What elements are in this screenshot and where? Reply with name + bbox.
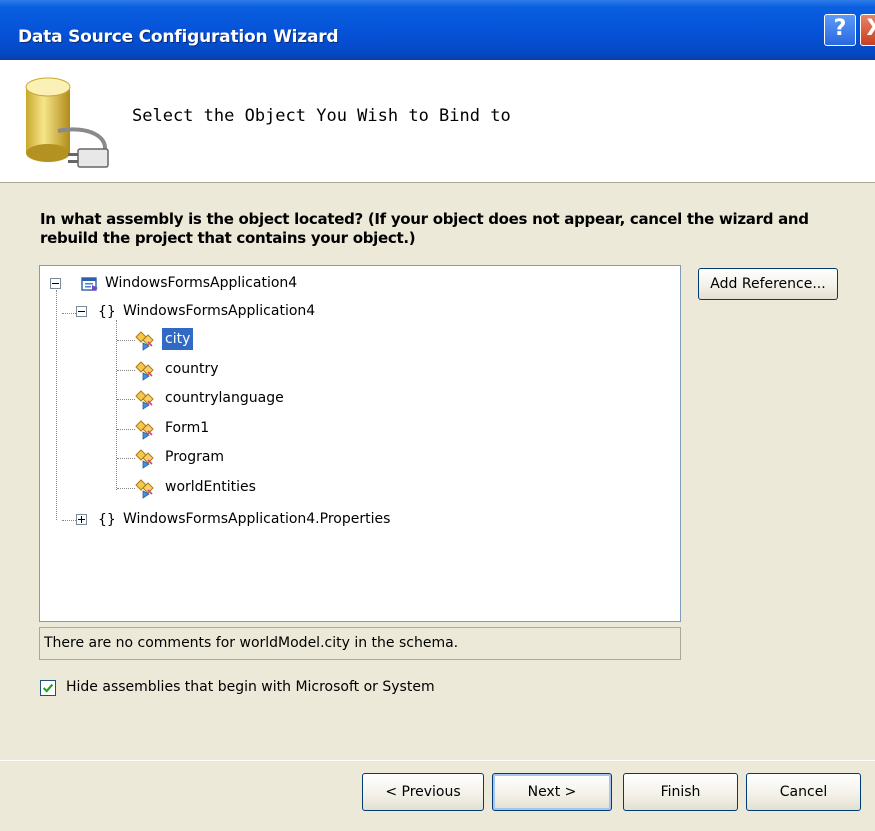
checkmark-icon bbox=[42, 683, 54, 693]
namespace-icon: {} bbox=[98, 304, 116, 320]
class-icon bbox=[135, 331, 154, 351]
previous-button[interactable]: < Previous bbox=[362, 773, 484, 811]
page-heading: Select the Object You Wish to Bind to bbox=[132, 106, 511, 126]
tree-node-class[interactable]: Program bbox=[40, 446, 640, 470]
tree-node-label: WindowsFormsApplication4 bbox=[123, 303, 316, 319]
class-icon bbox=[135, 478, 154, 499]
tree-guide-line bbox=[117, 487, 135, 489]
collapse-toggle-icon[interactable] bbox=[76, 306, 87, 317]
collapse-toggle-icon[interactable] bbox=[50, 278, 61, 289]
wizard-header: Select the Object You Wish to Bind to bbox=[0, 60, 875, 183]
wizard-window: Data Source Configuration Wizard ? X Sel… bbox=[0, 0, 875, 831]
class-icon bbox=[135, 449, 154, 469]
tree-node-label: worldEntities bbox=[165, 478, 256, 495]
class-icon bbox=[135, 390, 154, 410]
namespace-icon: {} bbox=[98, 512, 116, 528]
tree-node-namespace[interactable]: {} WindowsFormsApplication4 bbox=[40, 300, 640, 324]
hide-assemblies-label[interactable]: Hide assemblies that begin with Microsof… bbox=[66, 679, 435, 695]
tree-node-label: WindowsFormsApplication4.Properties bbox=[123, 511, 391, 527]
tree-node-label: country bbox=[165, 360, 219, 377]
tree-node-properties-namespace[interactable]: {} WindowsFormsApplication4.Properties bbox=[40, 508, 640, 532]
finish-button[interactable]: Finish bbox=[623, 773, 738, 811]
tree-node-class[interactable]: city bbox=[40, 328, 640, 352]
tree-node-label: city bbox=[162, 328, 194, 350]
close-icon: X bbox=[861, 16, 875, 41]
tree-node-root[interactable]: WindowsFormsApplication4 bbox=[40, 272, 640, 296]
tree-node-class[interactable]: worldEntities bbox=[40, 476, 640, 500]
title-bar[interactable]: Data Source Configuration Wizard ? X bbox=[0, 0, 875, 60]
next-button[interactable]: Next > bbox=[492, 773, 612, 811]
cancel-button[interactable]: Cancel bbox=[746, 773, 861, 811]
assembly-tree[interactable]: WindowsFormsApplication4 {} WindowsForms… bbox=[39, 265, 681, 622]
tree-node-class[interactable]: countrylanguage bbox=[40, 387, 640, 411]
button-separator bbox=[0, 760, 875, 761]
window-title: Data Source Configuration Wizard bbox=[18, 27, 339, 47]
class-icon bbox=[135, 419, 154, 440]
tree-node-label: countrylanguage bbox=[165, 390, 284, 406]
tree-node-class[interactable]: country bbox=[40, 358, 640, 382]
project-icon bbox=[81, 277, 98, 291]
class-icon bbox=[135, 360, 154, 381]
tree-node-label: WindowsFormsApplication4 bbox=[105, 275, 298, 291]
tree-guide-line bbox=[117, 399, 135, 400]
hide-assemblies-checkbox[interactable] bbox=[40, 680, 56, 696]
database-plug-icon bbox=[25, 77, 109, 168]
tree-node-label: Form1 bbox=[165, 419, 210, 436]
expand-toggle-icon[interactable] bbox=[76, 514, 87, 525]
close-button[interactable]: X bbox=[860, 14, 875, 46]
tree-node-class[interactable]: Form1 bbox=[40, 417, 640, 441]
tree-guide-line bbox=[117, 340, 135, 341]
help-button[interactable]: ? bbox=[824, 14, 856, 46]
help-icon: ? bbox=[833, 16, 847, 41]
tree-node-label: Program bbox=[165, 449, 225, 465]
tree-guide-line bbox=[117, 458, 135, 459]
tree-guide-line bbox=[117, 428, 135, 430]
tree-guide-line bbox=[117, 369, 135, 371]
add-reference-button[interactable]: Add Reference... bbox=[698, 268, 838, 300]
question-label: In what assembly is the object located? … bbox=[40, 210, 809, 247]
comment-status-text: There are no comments for worldModel.cit… bbox=[39, 627, 681, 660]
